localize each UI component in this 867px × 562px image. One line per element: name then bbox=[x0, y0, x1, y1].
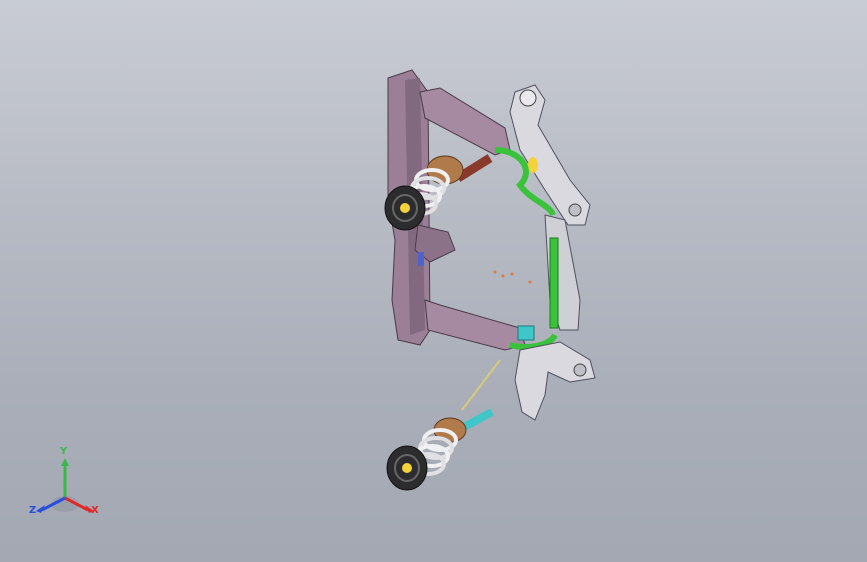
control-arm-upper[interactable] bbox=[509, 84, 591, 226]
upper-hub-cap bbox=[400, 203, 410, 213]
rear-link[interactable] bbox=[544, 214, 581, 331]
lower-link-rod bbox=[461, 359, 501, 411]
control-arm-upper-body[interactable] bbox=[509, 84, 591, 226]
rear-link-green-bar[interactable] bbox=[549, 237, 559, 329]
triad-y-arrow bbox=[61, 458, 69, 466]
triad-x-label: X bbox=[91, 505, 99, 516]
lower-strut-assembly[interactable] bbox=[386, 359, 501, 491]
lower-ball-joint[interactable] bbox=[573, 363, 587, 377]
subframe-blue-tag bbox=[418, 252, 424, 266]
cad-graphics-viewport[interactable]: Y X Z bbox=[0, 0, 867, 562]
subframe-upper-crossmember[interactable] bbox=[419, 87, 511, 156]
knuckle-cyan-block[interactable] bbox=[517, 325, 535, 341]
triad-y-label: Y bbox=[60, 446, 68, 457]
orientation-triad[interactable]: Y X Z bbox=[25, 446, 105, 528]
lower-control-arm-body[interactable] bbox=[514, 341, 596, 421]
subframe-lower-crossmember[interactable] bbox=[424, 299, 526, 351]
reference-markers bbox=[493, 270, 532, 284]
triad-z-label: Z bbox=[29, 505, 37, 516]
control-arm-ball-joint[interactable] bbox=[568, 203, 582, 217]
control-arm-yellow-mark bbox=[528, 157, 538, 173]
triad-axes bbox=[36, 458, 94, 513]
control-arm-bushing-top[interactable] bbox=[519, 89, 537, 107]
suspension-assembly-model[interactable] bbox=[0, 0, 867, 562]
lower-hub-cap bbox=[402, 463, 412, 473]
lower-damper-rod bbox=[460, 408, 494, 432]
